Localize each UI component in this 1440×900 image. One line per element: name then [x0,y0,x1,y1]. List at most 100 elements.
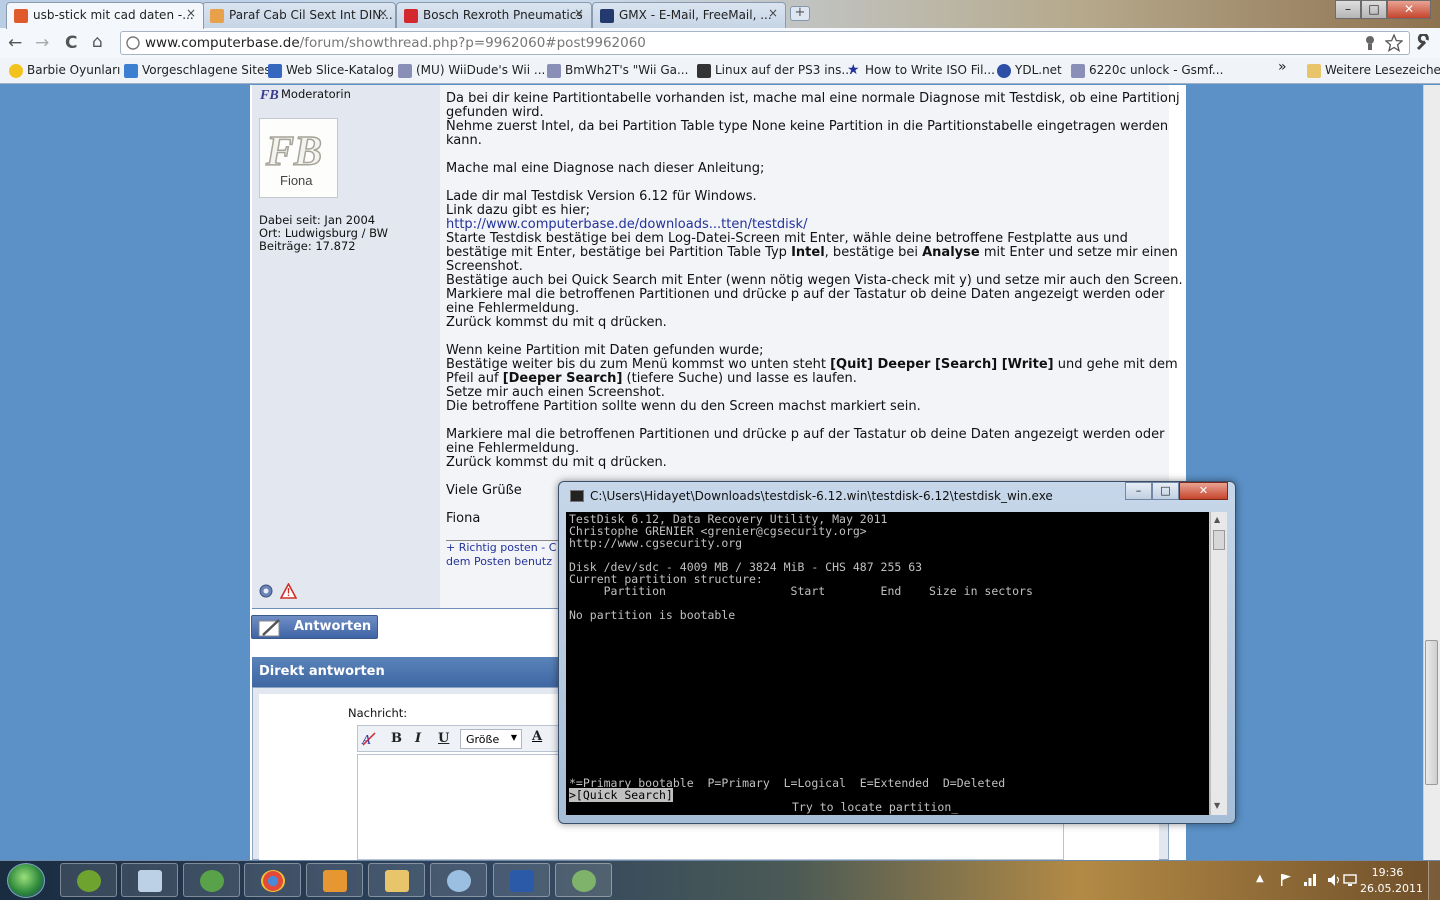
bookmark-star-icon[interactable] [1385,34,1403,52]
chrome-icon [261,870,285,892]
tab-title: Bosch Rexroth Pneumatics [423,8,583,22]
tab-bosch-rexroth[interactable]: Bosch Rexroth Pneumatics × [396,2,592,28]
scroll-up-icon[interactable]: ▲ [1214,515,1220,524]
minimize-button[interactable]: – [1335,0,1361,19]
system-clock[interactable]: 19:36 26.05.2011 [1360,865,1423,897]
post-text-span: und gehe mit dem [1053,357,1178,372]
wrench-icon[interactable] [1415,34,1433,52]
bookmark-barbie[interactable]: Barbie Oyunları [9,63,121,78]
show-desktop-button[interactable] [1428,861,1440,900]
testdisk-download-link[interactable]: http://www.computerbase.de/downloads...t… [446,218,1162,232]
message-label: Nachricht: [348,706,408,720]
close-window-button[interactable]: ✕ [1387,0,1431,19]
post-bold: [Deeper Search] [502,371,623,386]
bookmark-label: (MU) WiiDude's Wii ... [416,63,546,77]
tab-close-icon[interactable]: × [186,6,196,20]
app-icon [77,870,101,892]
quick-search-option[interactable]: >[Quick Search] [569,788,673,802]
console-area[interactable] [566,512,1209,815]
network-icon[interactable] [1303,873,1317,887]
cmd-close-button[interactable]: ✕ [1179,482,1228,500]
ydl-icon [997,64,1011,78]
cmd-maximize-button[interactable]: □ [1152,482,1179,500]
post-line: Markiere mal die betroffenen Partitionen… [446,287,1165,302]
italic-button[interactable]: I [415,731,421,746]
remove-format-icon[interactable]: A [361,731,377,747]
post-text-span: , bestätige bei [824,245,923,260]
taskbar-media-player[interactable] [306,863,363,897]
tab-usb-stick[interactable]: usb-stick mit cad daten -... × [6,2,204,29]
calculator-icon [138,870,162,892]
show-hidden-icons-button[interactable]: ▲ [1256,873,1264,884]
underline-button[interactable]: U [438,731,449,746]
post-line: Link dazu gibt es hier; [446,203,590,218]
page-scrollbar-thumb[interactable] [1425,640,1438,785]
maximize-button[interactable]: □ [1361,0,1387,19]
gmx-favicon [600,9,614,23]
bold-button[interactable]: B [391,731,402,746]
taskbar-word[interactable] [493,863,550,897]
bookmark-ydl[interactable]: YDL.net [997,63,1062,78]
signature-link[interactable]: dem Posten benutz [446,555,552,568]
start-button[interactable] [7,863,45,898]
post-bold: Analyse [922,245,980,260]
avatar-initials: FB [265,129,322,175]
bosch-favicon [404,9,418,23]
post-line: Starte Testdisk bestätige bei dem Log-Da… [446,231,1128,246]
word-icon [510,870,534,892]
font-color-button[interactable]: A [532,729,542,744]
tab-close-icon[interactable]: × [768,6,778,20]
signature-link[interactable]: + Richtig posten - C [446,541,556,554]
bookmark-vorgeschlagene[interactable]: Vorgeschlagene Sites [124,63,271,78]
user-role: Moderatorin [281,87,351,101]
console-scrollbar[interactable]: ▲ ▼ [1210,512,1227,815]
window-controls: – □ ✕ [1335,0,1431,20]
screen-icon[interactable] [1343,873,1357,887]
new-tab-button[interactable]: + [790,6,810,21]
post-line: Zurück kommst du mit q drücken. [446,315,667,330]
font-size-select[interactable]: Größe ▼ [460,729,522,749]
taskbar-paint[interactable] [430,863,487,897]
bookmark-web-slice[interactable]: Web Slice-Katalog [268,63,394,78]
console-cursor: _ [951,800,959,814]
taskbar-app-1[interactable] [60,863,117,897]
url-host: www.computerbase.de [145,35,300,51]
taskbar-chrome[interactable] [244,863,301,897]
taskbar-calculator[interactable] [121,863,178,897]
taskbar-messenger[interactable] [183,863,240,897]
scroll-down-icon[interactable]: ▼ [1214,801,1220,810]
bookmark-linux-ps3[interactable]: Linux auf der PS3 ins... [697,63,853,78]
tab-paraf-cab[interactable]: Paraf Cab Cil Sext Int DIN... × [202,2,396,28]
folder-icon [385,870,409,892]
back-button[interactable]: ← [8,32,22,54]
tab-close-icon[interactable]: × [574,6,584,20]
taskbar-explorer[interactable] [368,863,425,897]
reply-button[interactable]: Antworten [251,615,378,639]
bookmarks-overflow-button[interactable]: » [1278,59,1287,75]
post-line: Bestätige weiter bis du zum Menü kommst … [446,358,1178,372]
user-avatar[interactable]: FB Fiona [259,118,338,198]
cmd-minimize-button[interactable]: – [1125,482,1152,500]
bookmark-6220c[interactable]: 6220c unlock - Gsmf... [1071,63,1224,78]
bookmark-label: Barbie Oyunları [27,63,121,77]
bookmark-label: 6220c unlock - Gsmf... [1089,63,1224,77]
taskbar-testdisk[interactable] [555,863,612,897]
tab-gmx[interactable]: GMX - E-Mail, FreeMail, ... × [592,2,786,28]
bookmark-wiidude[interactable]: (MU) WiiDude's Wii ... [398,63,546,78]
post-line: Pfeil auf [Deeper Search] (tiefere Suche… [446,372,1162,386]
flag-icon[interactable] [1279,873,1293,887]
tab-close-icon[interactable]: × [378,6,388,20]
volume-icon[interactable] [1327,873,1341,887]
reload-button[interactable]: C [65,32,77,54]
report-post-icon[interactable] [280,583,297,599]
bookmark-label: YDL.net [1015,63,1062,77]
home-button[interactable]: ⌂ [92,31,103,53]
bookmark-iso[interactable]: ★ How to Write ISO Fil... [847,63,995,77]
forward-button[interactable]: → [35,32,49,54]
cmd-title: C:\Users\Hidayet\Downloads\testdisk-6.12… [590,489,1053,503]
other-bookmarks[interactable]: Weitere Lesezeichen [1307,63,1440,78]
bookmark-bmwh2t[interactable]: BmWh2T's "Wii Ga... [547,63,688,78]
post-bold: Intel [791,245,825,260]
console-scroll-thumb[interactable] [1213,530,1225,550]
address-bar[interactable]: www.computerbase.de/forum/showthread.php… [120,31,1410,55]
